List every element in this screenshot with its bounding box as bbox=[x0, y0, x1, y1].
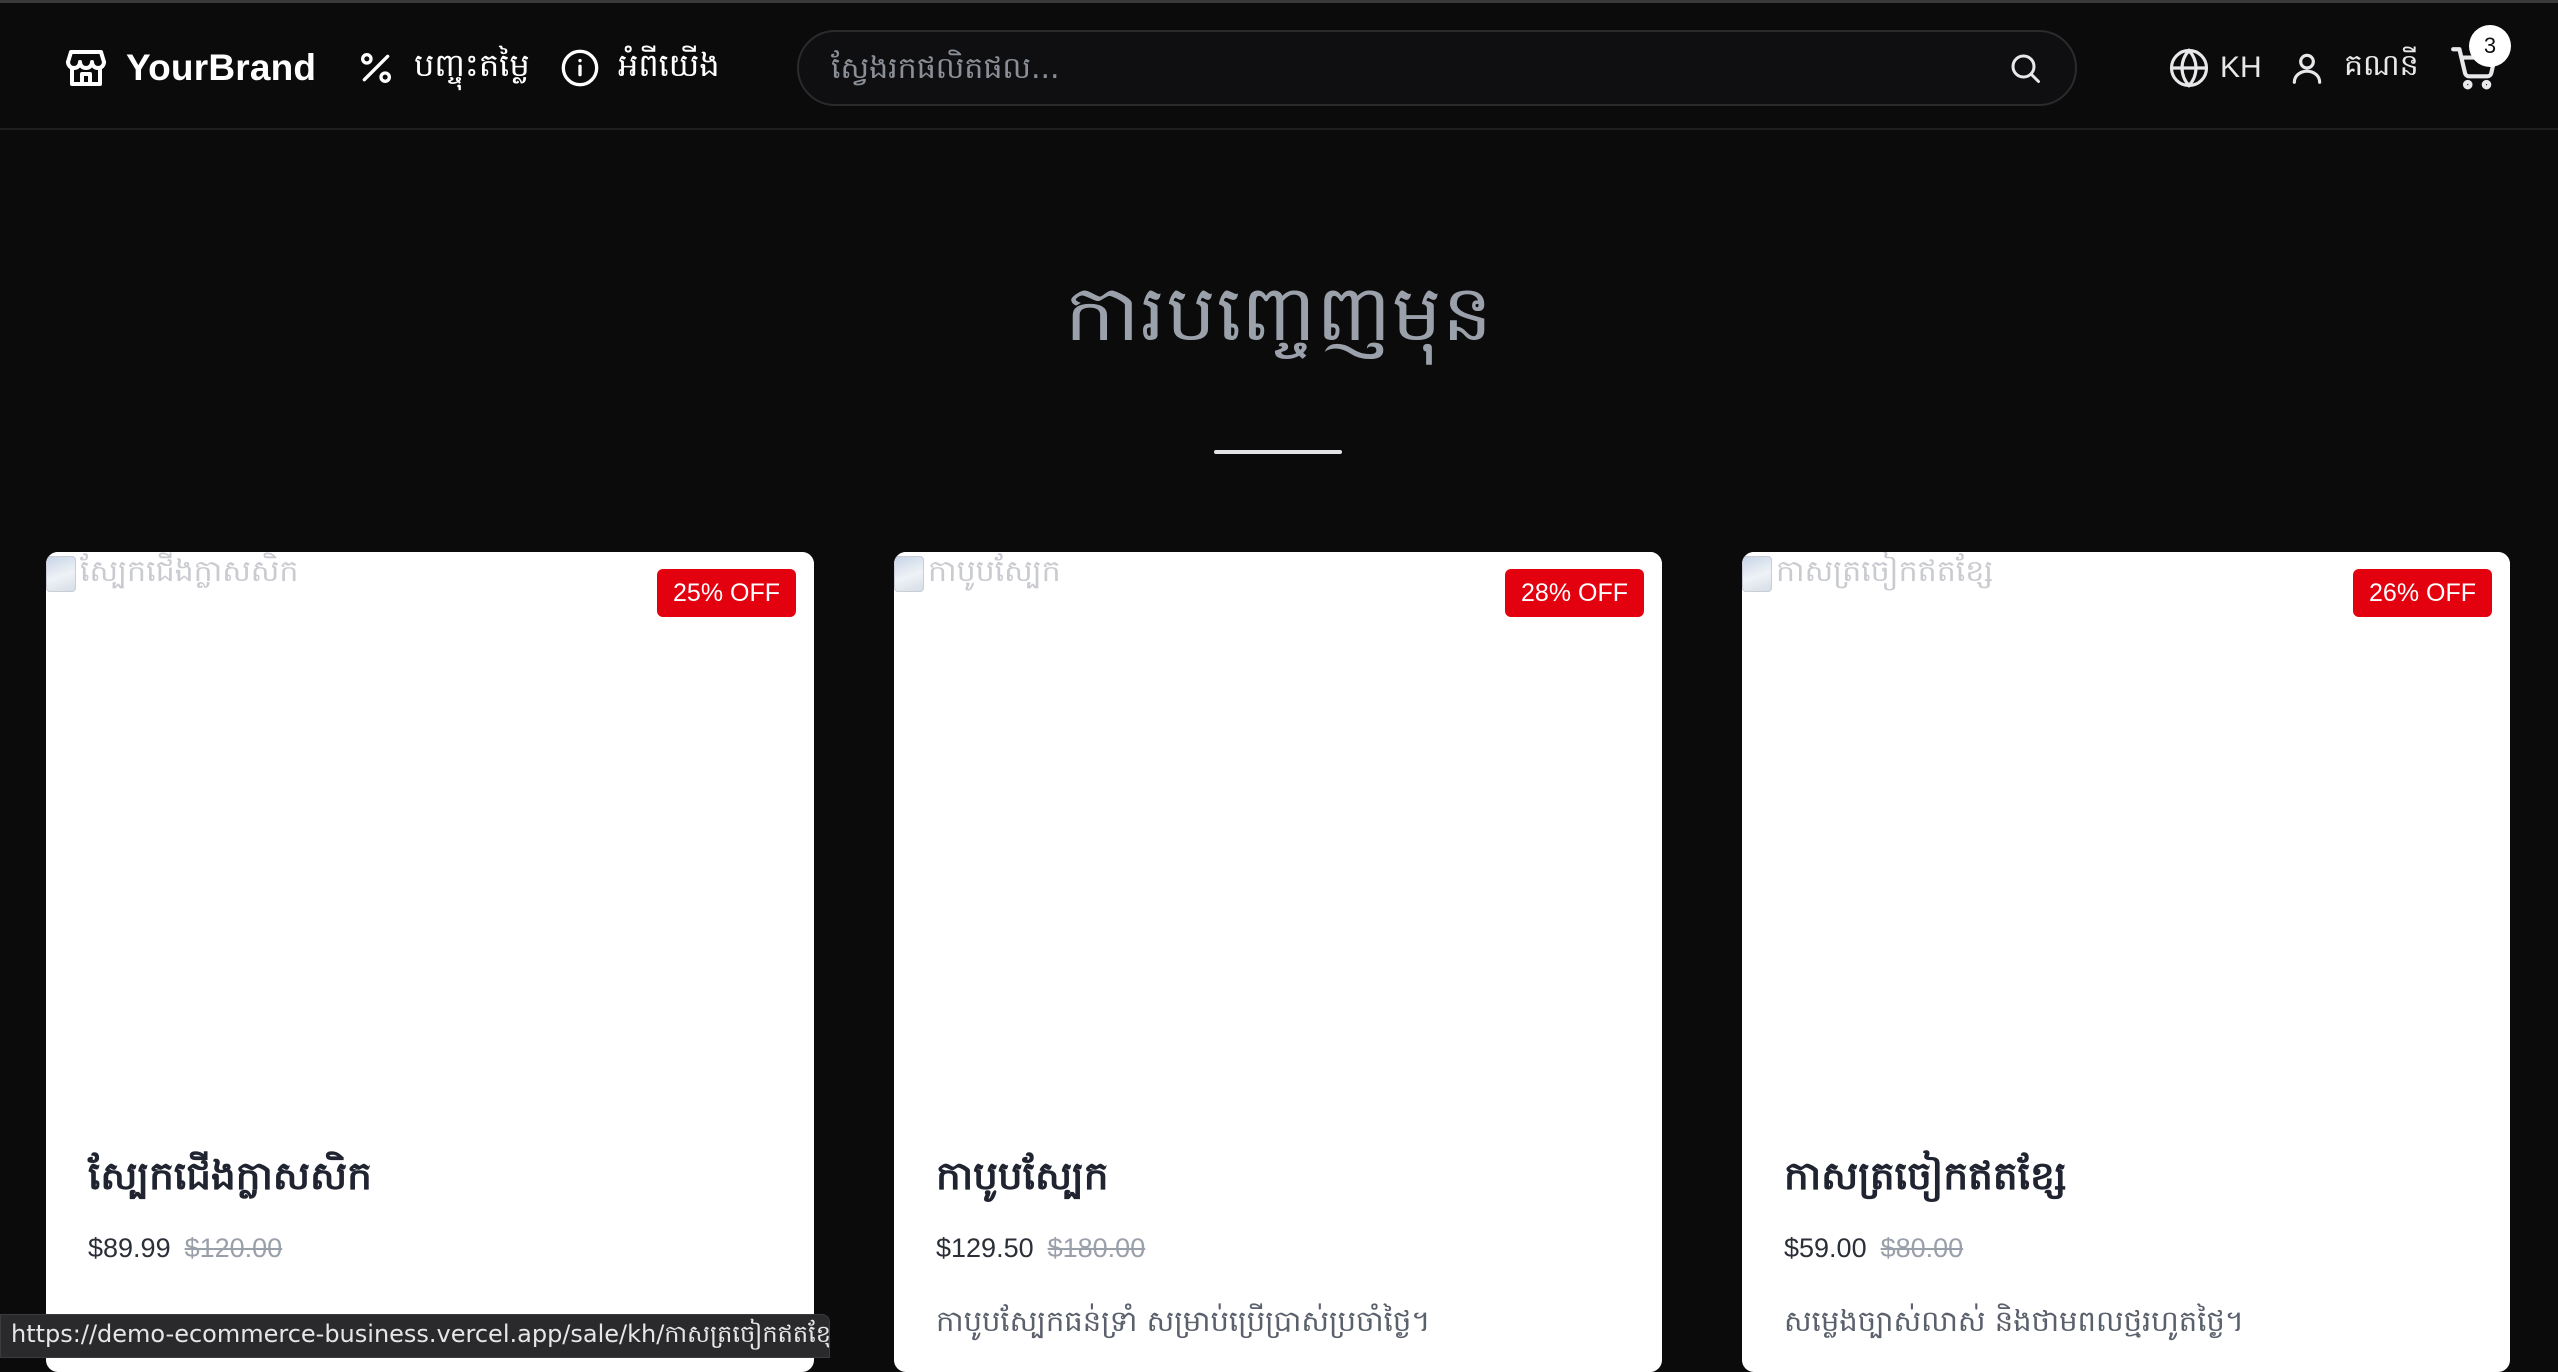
account-link[interactable]: គណនី bbox=[2288, 39, 2419, 97]
original-price: $180.00 bbox=[1047, 1233, 1146, 1263]
original-price: $120.00 bbox=[184, 1233, 283, 1263]
image-alt-text: កាបូបស្បែក bbox=[928, 554, 1061, 589]
image-alt-text: ស្បែកជើងក្លាសសិក bbox=[80, 554, 299, 589]
product-card[interactable]: ស្បែកជើងក្លាសសិក 25% OFF ស្បែកជើងក្លាសសិ… bbox=[46, 552, 814, 1372]
language-switcher[interactable]: KH bbox=[2168, 39, 2262, 97]
price-row: $89.99 $120.00 bbox=[88, 1233, 774, 1264]
search-icon bbox=[2011, 54, 2040, 83]
account-label: គណនី bbox=[2344, 48, 2419, 83]
discount-badge: 26% OFF bbox=[2353, 569, 2492, 617]
product-description: កាបូបស្បែកធន់ទ្រាំ សម្រាប់ប្រើប្រាស់ប្រច… bbox=[936, 1304, 1431, 1338]
broken-image-alt: ស្បែកជើងក្លាសសិក bbox=[46, 554, 298, 594]
user-icon bbox=[2292, 53, 2322, 84]
language-code: KH bbox=[2220, 51, 2262, 84]
broken-image-icon bbox=[46, 556, 76, 592]
brand-name: YourBrand bbox=[126, 47, 317, 88]
sale-price: $89.99 bbox=[88, 1233, 171, 1263]
original-price: $80.00 bbox=[1880, 1233, 1964, 1263]
product-name[interactable]: ស្បែកជើងក្លាសសិក bbox=[88, 1152, 774, 1209]
nav-about-link[interactable]: អំពីយើង bbox=[560, 39, 720, 97]
image-alt-text: កាសត្រចៀកឥតខ្សែ bbox=[1776, 554, 1994, 589]
browser-status-bar-url: https://demo-ecommerce-business.vercel.a… bbox=[0, 1314, 830, 1358]
product-image[interactable]: កាបូបស្បែក bbox=[894, 552, 1662, 1132]
globe-icon bbox=[2169, 48, 2209, 88]
product-info: កាបូបស្បែក $129.50 $180.00 កាបូបស្បែកធន់… bbox=[936, 1152, 1622, 1346]
nav-sale-link[interactable]: បញ្ចុះតម្លៃ bbox=[356, 39, 530, 97]
page-title: ការបញ្ចេញមុន bbox=[1065, 269, 1493, 359]
product-card[interactable]: កាសត្រចៀកឥតខ្សែ 26% OFF កាសត្រចៀកឥតខ្សែ … bbox=[1742, 552, 2510, 1372]
broken-image-alt: កាសត្រចៀកឥតខ្សែ bbox=[1742, 554, 1993, 594]
nav-about-label: អំពីយើង bbox=[618, 45, 720, 84]
price-row: $59.00 $80.00 bbox=[1784, 1233, 2470, 1264]
percent-icon bbox=[361, 53, 391, 83]
product-image[interactable]: កាសត្រចៀកឥតខ្សែ bbox=[1742, 552, 2510, 1132]
search-input[interactable] bbox=[799, 32, 1995, 104]
site-header: YourBrand បញ្ចុះតម្លៃ អំពីយើង ស្វែងរកផលិ… bbox=[0, 3, 2558, 130]
product-info: ស្បែកជើងក្លាសសិក $89.99 $120.00 bbox=[88, 1152, 774, 1304]
discount-badge: 25% OFF bbox=[657, 569, 796, 617]
discount-badge: 28% OFF bbox=[1505, 569, 1644, 617]
title-underline bbox=[1214, 450, 1342, 454]
search-bar bbox=[797, 30, 2077, 106]
product-description: សម្លេងច្បាស់លាស់ និងថាមពលថ្មរហូតថ្ងៃ។ bbox=[1784, 1304, 2244, 1338]
store-icon bbox=[66, 50, 106, 86]
price-row: $129.50 $180.00 bbox=[936, 1233, 1622, 1264]
product-name[interactable]: កាបូបស្បែក bbox=[936, 1152, 1622, 1209]
broken-image-icon bbox=[1742, 556, 1772, 592]
product-info: កាសត្រចៀកឥតខ្សែ $59.00 $80.00 សម្លេងច្បា… bbox=[1784, 1152, 2470, 1346]
broken-image-alt: កាបូបស្បែក bbox=[894, 554, 1061, 594]
sale-price: $59.00 bbox=[1784, 1233, 1867, 1263]
product-name[interactable]: កាសត្រចៀកឥតខ្សែ bbox=[1784, 1152, 2470, 1209]
sale-price: $129.50 bbox=[936, 1233, 1034, 1263]
brand-logo-link[interactable]: YourBrand bbox=[62, 39, 316, 97]
search-button[interactable] bbox=[1995, 38, 2055, 98]
product-card[interactable]: កាបូបស្បែក 28% OFF កាបូបស្បែក $129.50 $1… bbox=[894, 552, 1662, 1372]
cart-count-badge: 3 bbox=[2469, 25, 2511, 67]
nav-sale-label: បញ្ចុះតម្លៃ bbox=[414, 45, 530, 84]
broken-image-icon bbox=[894, 556, 924, 592]
product-image[interactable]: ស្បែកជើងក្លាសសិក bbox=[46, 552, 814, 1132]
info-icon bbox=[561, 49, 599, 87]
